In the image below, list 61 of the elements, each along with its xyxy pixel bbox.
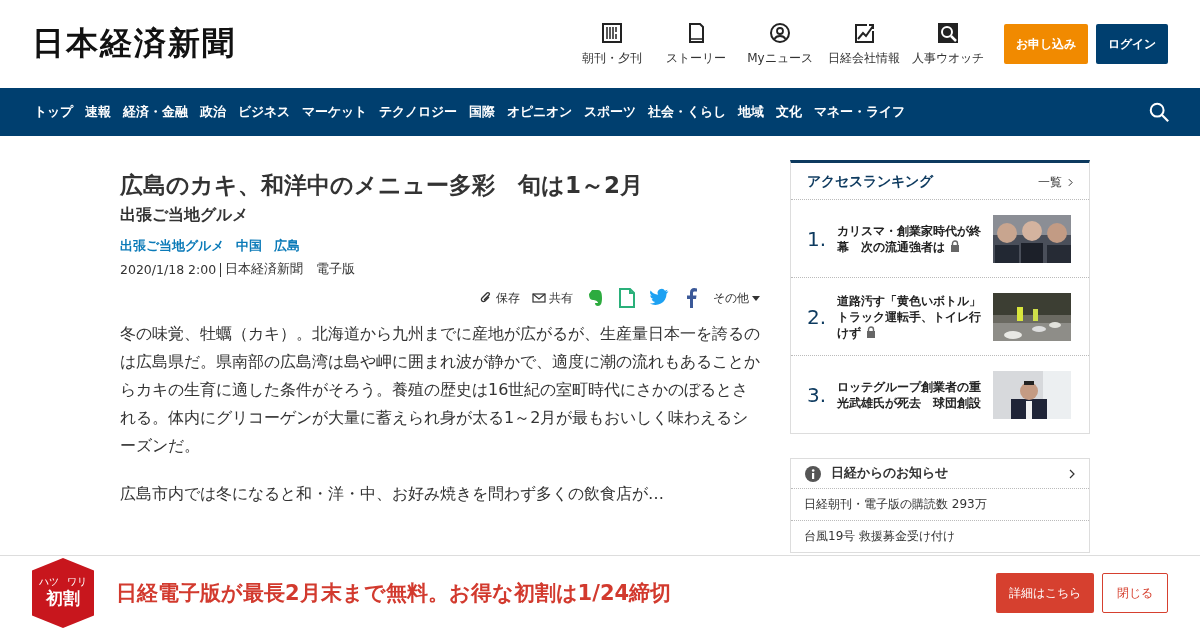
nav-link[interactable]: 文化: [770, 103, 808, 121]
caret-icon: [752, 295, 760, 301]
notice-header[interactable]: 日経からのお知らせ: [791, 459, 1089, 489]
search-icon[interactable]: [1148, 101, 1170, 123]
notice-link[interactable]: 台風19号 救援募金受け付け: [791, 521, 1089, 552]
nav-link[interactable]: トップ: [28, 103, 79, 121]
more-menu[interactable]: その他: [713, 289, 760, 307]
nav-link[interactable]: スポーツ: [578, 103, 642, 121]
nav-link[interactable]: マネー・ライフ: [808, 103, 911, 121]
view-all-link[interactable]: 一覧: [1038, 173, 1073, 191]
ranking-headline: ロッテグループ創業者の重光武雄氏が死去 球団創設: [837, 378, 982, 411]
article-paragraph: 冬の味覚、牡蠣（カキ）。北海道から九州までに産地が広がるが、生産量日本一を誇るのは広島県だ。県南部の広島湾は島や岬に囲まれ波が静かで、適度に潮の流れもあることからカキの生育に適した条件がそろう。養殖の歴史は16世紀の室町時代にさかのぼるとされる。体内にグリコーゲンが大量に蓄えられ身が太る1～2月が最もおいしく味わえるシーズンだ。: [120, 323, 760, 457]
details-button[interactable]: 詳細はこちら: [996, 573, 1094, 613]
nav-link[interactable]: 政治: [194, 103, 232, 121]
promo-text: 日経電子版が最長2月末まで無料。お得な初割は1/24締切: [116, 580, 673, 607]
note-icon[interactable]: [617, 288, 637, 308]
chevron-icon: [1068, 177, 1073, 187]
nav-link[interactable]: 地域: [732, 103, 770, 121]
person-icon: [769, 21, 791, 44]
search-icon: [937, 21, 959, 44]
nav-link[interactable]: オピニオン: [501, 103, 578, 121]
header-link[interactable]: ストーリー: [654, 21, 738, 67]
nav-link[interactable]: マーケット: [296, 103, 373, 121]
topic-link[interactable]: 出張ご当地グルメ: [120, 238, 224, 255]
info-icon: [805, 465, 821, 482]
share-link[interactable]: 共有: [532, 289, 573, 307]
nav-link[interactable]: 速報: [79, 103, 117, 121]
login-button[interactable]: ログイン: [1096, 24, 1168, 64]
topic-link[interactable]: 中国: [236, 238, 262, 255]
ranking-title: アクセスランキング: [807, 173, 933, 191]
header-link[interactable]: Myニュース: [738, 21, 822, 67]
close-button[interactable]: 閉じる: [1102, 573, 1168, 613]
header-link[interactable]: 朝刊・夕刊: [570, 21, 654, 67]
hatsuwari-badge: ハツ ワリ 初割: [32, 558, 94, 628]
header-link[interactable]: 人事ウオッチ: [906, 21, 990, 67]
ranking-headline: 道路汚す「黄色いボトル」トラック運転手、トイレ行けず: [837, 292, 982, 341]
chart-icon: [853, 21, 875, 44]
save-link[interactable]: 保存: [479, 289, 520, 307]
nav-link[interactable]: テクノロジー: [373, 103, 463, 121]
header-link[interactable]: 日経会社情報: [822, 21, 906, 67]
nav-link[interactable]: 社会・くらし: [642, 103, 732, 121]
rank-number: 1.: [807, 226, 827, 251]
rank-number: 3.: [807, 382, 827, 407]
article-title: 広島のカキ、和洋中のメニュー多彩 旬は1～2月: [120, 171, 644, 200]
chevron-icon: [1069, 468, 1075, 479]
site-logo[interactable]: 日本経済新聞: [32, 22, 236, 66]
mail-icon: [532, 291, 546, 305]
article-paragraph: 広島市内では冬になると和・洋・中、お好み焼きを問わず多くの飲食店が…: [120, 483, 665, 505]
article-subtitle: 出張ご当地グルメ: [120, 205, 249, 226]
nav-link[interactable]: 国際: [463, 103, 501, 121]
nav-link[interactable]: ビジネス: [232, 103, 296, 121]
bird-icon[interactable]: [649, 288, 669, 308]
paperclip-icon: [479, 291, 493, 305]
nav-link[interactable]: 経済・金融: [117, 103, 194, 121]
newspaper-icon: [601, 21, 623, 44]
rank-number: 2.: [807, 304, 827, 329]
article-date: 2020/1/18 2:00: [120, 262, 217, 277]
notice-link[interactable]: 日経朝刊・電子版の購読数 293万: [791, 489, 1089, 521]
article-source: 日本経済新聞 電子版: [225, 261, 356, 278]
ranking-headline: カリスマ・創業家時代が終幕 次の流通強者は: [837, 222, 982, 255]
topic-link[interactable]: 広島: [274, 238, 300, 255]
